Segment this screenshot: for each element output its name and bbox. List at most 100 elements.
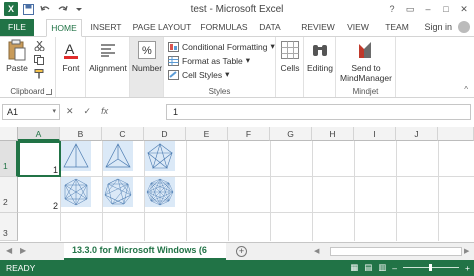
insert-function-icon[interactable]: fx xyxy=(101,106,108,117)
cell-styles-button[interactable]: Cell Styles ▾ xyxy=(168,69,229,80)
font-label: Font xyxy=(62,63,80,73)
editing-button[interactable]: Editing xyxy=(305,39,335,73)
font-group: A Font xyxy=(56,37,86,97)
cells-icon xyxy=(279,39,301,61)
sheet-tab-active[interactable]: 13.3.0 for Microsoft Windows (6 xyxy=(64,243,226,260)
k5-graph-image[interactable] xyxy=(145,141,175,171)
select-all-corner[interactable] xyxy=(0,127,18,141)
cell-styles-label: Cell Styles xyxy=(182,69,223,80)
maximize-button[interactable]: □ xyxy=(438,2,454,16)
page-break-view-icon[interactable]: ▥ xyxy=(378,262,386,273)
cell-a1-value: 1 xyxy=(52,165,58,175)
page-layout-view-icon[interactable]: ▤ xyxy=(364,262,372,273)
enter-entry-icon[interactable]: ✓ xyxy=(84,106,92,117)
k8-graph-image[interactable] xyxy=(145,177,175,207)
format-as-table-icon xyxy=(168,55,179,66)
collapse-ribbon-icon[interactable]: ^ xyxy=(464,85,468,94)
column-header-i[interactable]: I xyxy=(354,127,396,141)
row-header-2[interactable]: 2 xyxy=(0,177,18,213)
prev-sheet-icon[interactable]: ◀ xyxy=(6,246,12,255)
worksheet-grid[interactable]: A B C D E F G H I J 1 2 3 1 2 xyxy=(0,127,474,241)
alignment-button[interactable]: Alignment xyxy=(88,39,128,73)
send-to-mindmanager-button[interactable]: Send to MindManager xyxy=(338,39,394,83)
copy-icon[interactable] xyxy=(34,55,45,67)
column-header-h[interactable]: H xyxy=(312,127,354,141)
avatar[interactable] xyxy=(458,21,470,33)
row-header-3[interactable]: 3 xyxy=(0,213,18,241)
clipboard-launcher-icon[interactable] xyxy=(46,89,52,95)
formula-bar: A1 ▾ ✕ ✓ fx 1 xyxy=(0,102,474,122)
tab-data[interactable]: DATA xyxy=(256,19,284,36)
triangle-graph-image[interactable] xyxy=(61,141,91,171)
tab-insert[interactable]: INSERT xyxy=(88,19,124,36)
column-header-j[interactable]: J xyxy=(396,127,438,141)
next-sheet-icon[interactable]: ▶ xyxy=(20,246,26,255)
close-button[interactable]: ✕ xyxy=(456,2,472,16)
alignment-label: Alignment xyxy=(89,63,127,73)
alignment-icon xyxy=(97,39,119,61)
k4-graph-image[interactable] xyxy=(103,141,133,171)
cell-styles-icon xyxy=(168,69,179,80)
add-sheet-button[interactable]: + xyxy=(236,246,247,257)
format-painter-icon[interactable] xyxy=(34,69,45,81)
mindjet-group: Send to MindManager Mindjet xyxy=(336,37,396,97)
tab-formulas[interactable]: FORMULAS xyxy=(198,19,250,36)
mindjet-group-label: Mindjet xyxy=(352,87,379,96)
number-button[interactable]: % Number xyxy=(131,39,163,73)
tab-view[interactable]: VIEW xyxy=(344,19,372,36)
cut-icon[interactable] xyxy=(34,40,45,53)
dropdown-arrow-icon: ▾ xyxy=(225,69,230,79)
tab-team[interactable]: TEAM xyxy=(382,19,412,36)
zoom-out-button[interactable]: – xyxy=(392,263,397,273)
column-header-e[interactable]: E xyxy=(186,127,228,141)
k7-graph-image[interactable] xyxy=(103,177,133,207)
column-header-b[interactable]: B xyxy=(60,127,102,141)
normal-view-icon[interactable]: ▦ xyxy=(350,262,358,273)
sign-in-link[interactable]: Sign in xyxy=(424,22,452,32)
conditional-formatting-button[interactable]: Conditional Formatting ▾ xyxy=(168,41,275,52)
clipboard-group: Paste Clipboard xyxy=(0,37,56,97)
tab-page-layout[interactable]: PAGE LAYOUT xyxy=(130,19,194,36)
name-box[interactable]: A1 ▾ xyxy=(2,104,60,120)
dropdown-arrow-icon: ▾ xyxy=(245,55,251,65)
sheet-tabs-bar: ◀ ▶ 13.3.0 for Microsoft Windows (6 + ◀ … xyxy=(0,242,474,260)
binoculars-icon xyxy=(309,39,331,61)
column-header-f[interactable]: F xyxy=(228,127,270,141)
k6-graph-image[interactable] xyxy=(61,177,91,207)
cells-button[interactable]: Cells xyxy=(278,39,302,73)
ribbon: Paste Clipboard A Font Alignment % Numbe… xyxy=(0,36,474,98)
cancel-entry-icon[interactable]: ✕ xyxy=(66,106,74,117)
hscroll-left-icon[interactable]: ◀ xyxy=(314,247,319,255)
name-box-dropdown-icon[interactable]: ▾ xyxy=(52,105,56,119)
column-header-g[interactable]: G xyxy=(270,127,312,141)
ribbon-display-button[interactable]: ▭ xyxy=(402,2,418,16)
tab-file[interactable]: FILE xyxy=(0,19,34,36)
column-header-a[interactable]: A xyxy=(18,127,60,141)
name-box-value: A1 xyxy=(7,107,19,117)
column-header-d[interactable]: D xyxy=(144,127,186,141)
cell-a2-value: 2 xyxy=(52,201,58,211)
zoom-slider[interactable] xyxy=(403,264,460,271)
tab-review[interactable]: REVIEW xyxy=(298,19,338,36)
help-button[interactable]: ? xyxy=(384,2,400,16)
column-header-c[interactable]: C xyxy=(102,127,144,141)
title-bar: X test - Microsoft Excel ? ▭ – □ ✕ xyxy=(0,0,474,19)
format-as-table-button[interactable]: Format as Table ▾ xyxy=(168,55,250,66)
dropdown-arrow-icon: ▾ xyxy=(270,41,275,51)
paste-button[interactable]: Paste xyxy=(2,39,32,73)
zoom-slider-handle[interactable] xyxy=(429,264,433,271)
font-button[interactable]: A Font xyxy=(58,39,84,73)
hscroll-right-icon[interactable]: ▶ xyxy=(464,247,469,255)
paste-icon xyxy=(6,39,28,61)
row-header-1[interactable]: 1 xyxy=(0,141,18,177)
minimize-button[interactable]: – xyxy=(420,2,436,16)
column-header-blank xyxy=(438,127,474,141)
horizontal-scrollbar[interactable] xyxy=(330,247,462,256)
tab-home[interactable]: HOME xyxy=(46,19,82,37)
send-to-label: Send to xyxy=(351,63,381,73)
status-bar: READY ▦ ▤ ▥ – + xyxy=(0,260,474,276)
cells-label: Cells xyxy=(280,63,300,73)
font-icon: A xyxy=(60,39,82,61)
zoom-in-button[interactable]: + xyxy=(465,263,470,273)
formula-input[interactable]: 1 xyxy=(166,104,471,120)
